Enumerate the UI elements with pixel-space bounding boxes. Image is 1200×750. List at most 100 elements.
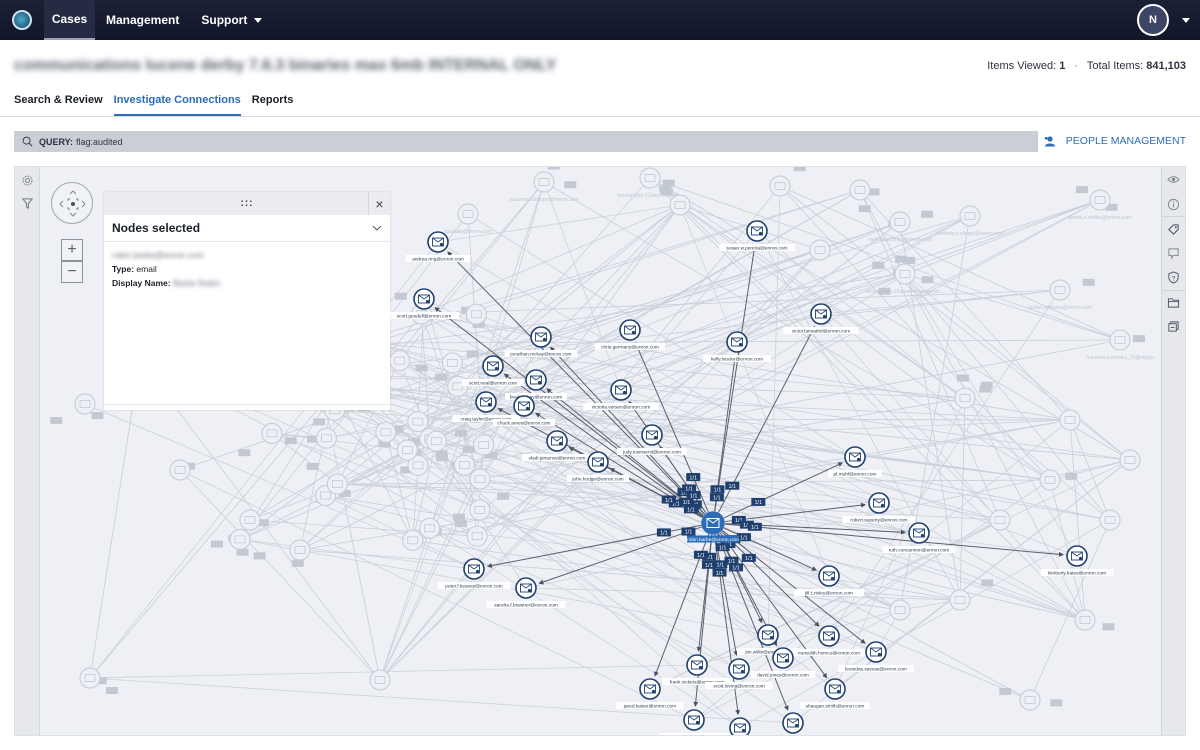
zoom-out-button[interactable]: − — [61, 261, 83, 283]
graph-node[interactable]: andrea.ring@enron.com — [405, 231, 471, 262]
graph-node[interactable]: kimberly.bates@enron.com — [1040, 545, 1114, 576]
faded-node[interactable] — [326, 473, 348, 495]
faded-node[interactable] — [1039, 469, 1061, 491]
faded-node[interactable] — [261, 422, 283, 444]
chevron-down-icon[interactable] — [372, 225, 382, 231]
faded-node[interactable] — [669, 194, 691, 216]
copy-icon[interactable] — [1167, 320, 1180, 333]
pan-control[interactable] — [51, 182, 93, 224]
edge-badge[interactable]: 1/1 — [710, 485, 725, 493]
faded-node[interactable] — [954, 387, 976, 409]
faded-node[interactable] — [473, 434, 495, 456]
app-logo[interactable] — [0, 0, 44, 40]
faded-node[interactable] — [1019, 689, 1041, 711]
faded-node[interactable] — [889, 599, 911, 621]
faded-node[interactable] — [407, 411, 429, 433]
info-icon[interactable] — [1167, 198, 1180, 211]
filter-icon[interactable] — [21, 197, 34, 210]
faded-node[interactable] — [369, 669, 391, 691]
faded-node[interactable]: james.e.steffes@enron.com — [1068, 189, 1131, 221]
faded-node[interactable] — [1074, 609, 1096, 631]
edge[interactable] — [722, 530, 866, 644]
faded-node[interactable] — [79, 667, 101, 689]
faded-node[interactable] — [169, 459, 191, 481]
edge[interactable] — [538, 526, 702, 585]
graph-node[interactable]: ed.mcmichael@enron.com — [759, 712, 826, 736]
faded-node[interactable] — [74, 393, 96, 415]
graph-node[interactable]: shaugan.smith@enron.com — [799, 678, 871, 709]
edge-badge[interactable]: 1/1 — [656, 528, 671, 537]
faded-node[interactable] — [466, 525, 488, 547]
edge-badge[interactable]: 1/1 — [751, 497, 766, 506]
faded-node[interactable] — [465, 303, 487, 325]
comment-icon[interactable] — [1167, 247, 1180, 260]
faded-node[interactable]: hunaniesa.montes_79@skype — [1086, 329, 1154, 361]
user-menu-caret-icon[interactable] — [1182, 18, 1190, 23]
edge-badge[interactable]: 1/1 — [747, 522, 762, 531]
faded-node[interactable] — [289, 539, 311, 561]
edge-badge[interactable]: 1/1 — [729, 563, 744, 572]
graph-node[interactable]: pl.muhl@enron.com — [828, 446, 882, 477]
faded-node[interactable] — [469, 468, 491, 490]
selected-node[interactable]: robin.barbe@enron.com — [687, 511, 739, 543]
panel-header[interactable]: Nodes selected — [104, 215, 390, 242]
faded-node[interactable] — [849, 179, 871, 201]
panel-drag-handle[interactable]: ::: × — [104, 192, 390, 215]
edge-badge[interactable]: 1/1 — [725, 481, 740, 490]
faded-node[interactable] — [315, 427, 338, 449]
edge-badge[interactable]: 1/1 — [712, 568, 727, 577]
faded-node[interactable] — [419, 517, 441, 539]
tab-search-review[interactable]: Search & Review — [14, 88, 103, 116]
eye-icon[interactable] — [1167, 173, 1180, 186]
faded-node[interactable] — [1059, 409, 1081, 431]
faded-node[interactable] — [402, 529, 424, 551]
shield-question-icon[interactable]: ? — [1167, 271, 1180, 284]
edge-badge[interactable]: 1/1 — [709, 493, 724, 501]
graph-node[interactable]: meredith.homco@enron.com — [792, 625, 866, 656]
query-bar[interactable]: QUERY: flag:audited — [14, 131, 1038, 152]
faded-node[interactable] — [949, 589, 971, 611]
zoom-in-button[interactable]: + — [61, 239, 83, 261]
faded-node[interactable] — [375, 421, 397, 443]
graph-node[interactable]: frank.vickers@enron.com — [661, 654, 733, 685]
faded-node[interactable] — [425, 430, 447, 452]
graph-node[interactable]: judy.townsend@enron.com — [616, 424, 688, 455]
faded-node[interactable] — [441, 352, 463, 374]
nav-cases[interactable]: Cases — [44, 0, 95, 40]
faded-node[interactable] — [396, 439, 418, 461]
faded-node[interactable]: tanner.reitkamp@enron.com — [1028, 279, 1092, 311]
faded-node[interactable] — [389, 350, 411, 372]
edge-badge[interactable]: 1/1 — [681, 527, 696, 536]
edge-badge[interactable]: 1/1 — [686, 473, 701, 481]
close-panel-button[interactable]: × — [368, 192, 390, 215]
faded-node[interactable] — [989, 509, 1011, 531]
faded-node[interactable] — [453, 454, 475, 476]
folder-icon[interactable] — [1167, 296, 1180, 309]
faded-node[interactable] — [239, 509, 261, 531]
edge-badge[interactable]: 1/1 — [741, 553, 756, 562]
faded-node[interactable] — [809, 239, 831, 261]
edge-badge[interactable]: 1/1 — [715, 543, 730, 551]
faded-node[interactable] — [469, 499, 491, 521]
tag-icon[interactable] — [1167, 223, 1180, 236]
faded-node[interactable] — [769, 175, 791, 197]
edge-badge[interactable]: 1/1 — [683, 505, 698, 514]
faded-node[interactable]: paul.tate@enron.com — [444, 203, 492, 235]
people-management-button[interactable]: PEOPLE MANAGEMENT — [1044, 135, 1186, 147]
faded-node[interactable]: kimberly.s.olinger@enron.com — [936, 205, 1004, 237]
gear-icon[interactable] — [21, 174, 34, 187]
node-label: meredith.homco@enron.com — [798, 650, 860, 656]
faded-node[interactable] — [1099, 509, 1121, 531]
tab-investigate-connections[interactable]: Investigate Connections — [113, 88, 241, 116]
nav-support[interactable]: Support — [190, 0, 273, 40]
edge-badge[interactable]: 1/1 — [701, 560, 716, 569]
tab-reports[interactable]: Reports — [252, 88, 294, 116]
user-avatar[interactable]: N — [1137, 4, 1169, 36]
edge-badge[interactable]: 1/1 — [693, 550, 708, 559]
edge-badge[interactable]: 1/1 — [661, 495, 676, 504]
nav-management[interactable]: Management — [95, 0, 190, 40]
faded-edge-badge — [253, 552, 266, 560]
edge-badge[interactable]: 1/1 — [686, 491, 701, 499]
faded-node[interactable] — [1119, 449, 1141, 471]
faded-node[interactable] — [229, 528, 251, 550]
